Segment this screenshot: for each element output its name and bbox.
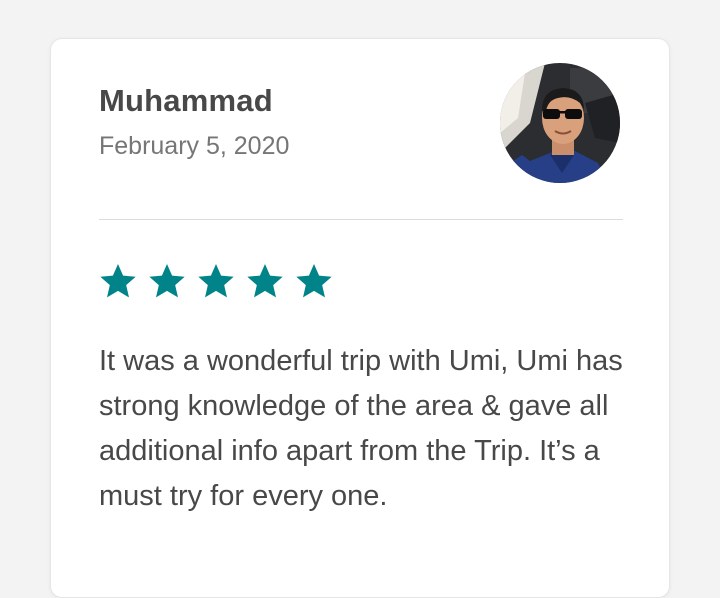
star-rating xyxy=(98,261,334,301)
review-date: February 5, 2020 xyxy=(99,132,290,160)
review-card: Muhammad February 5, 2020 It was a wonde… xyxy=(50,38,670,598)
avatar[interactable] xyxy=(500,63,620,183)
review-text: It was a wonderful trip with Umi, Umi ha… xyxy=(99,345,623,512)
avatar-photo xyxy=(500,63,620,183)
divider xyxy=(99,219,623,220)
star-icon xyxy=(247,264,283,298)
star-icon xyxy=(198,264,234,298)
star-icon xyxy=(149,264,185,298)
star-icon xyxy=(100,264,136,298)
reviewer-name: Muhammad xyxy=(99,83,273,118)
star-icon xyxy=(296,264,332,298)
